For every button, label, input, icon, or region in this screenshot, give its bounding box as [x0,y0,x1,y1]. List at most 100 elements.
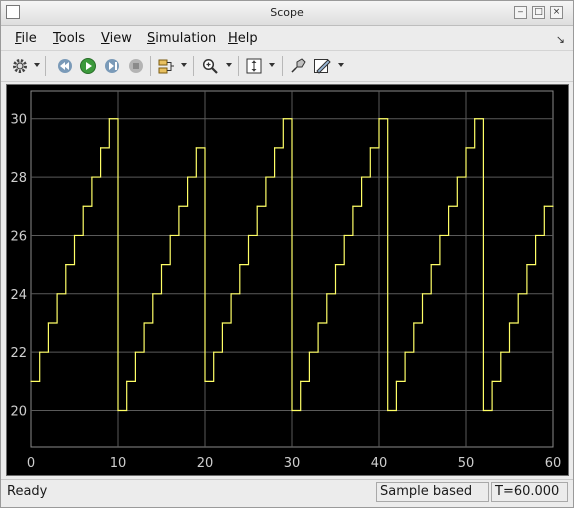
data-point [439,234,441,237]
menu-simulation[interactable]: Simulation [147,31,216,46]
y-tick-label: 24 [10,288,27,303]
y-tick-label: 26 [10,229,27,244]
data-point [482,409,484,412]
y-tick-label: 20 [10,405,27,420]
data-point [308,351,310,353]
menu-simulation-rest: imulation [155,31,217,46]
step-forward-icon[interactable] [101,54,123,78]
rewind-icon[interactable] [53,54,75,78]
stop-icon[interactable] [125,54,147,78]
data-point [134,351,136,353]
menu-help-mnemonic: H [228,31,238,46]
data-point [187,176,189,178]
data-point [169,234,171,237]
data-point [91,176,93,178]
settings-dropdown-icon[interactable] [34,63,40,67]
data-point [300,380,302,382]
data-point [282,118,284,120]
x-tick-label: 30 [284,456,301,471]
menu-tools[interactable]: Tools [53,31,85,46]
title-bar[interactable]: Scope ‒ □ × [1,1,573,26]
data-point [395,380,397,382]
data-point [448,205,450,207]
x-tick-label: 10 [110,456,127,471]
data-point [517,293,519,295]
window-title: Scope [270,6,304,19]
signal-select-icon[interactable] [155,54,177,78]
scope-plot[interactable]: 0 10 20 30 40 50 60 20 22 24 26 28 30 [6,84,569,476]
maximize-icon[interactable]: □ [532,6,545,19]
data-point [126,380,128,382]
data-point [334,264,337,266]
close-icon[interactable]: × [550,6,563,19]
data-point [404,351,406,353]
data-point [413,322,415,324]
data-point [491,380,493,382]
data-point [352,205,354,207]
minimize-icon[interactable]: ‒ [514,6,527,19]
x-tick-label: 20 [197,456,214,471]
data-point [108,118,110,120]
y-tick-label: 28 [10,171,27,186]
data-point [30,380,32,382]
data-point [213,351,215,353]
undock-icon[interactable]: ↘ [556,33,565,46]
data-point [343,234,345,237]
edit-icon[interactable] [311,54,333,78]
data-point [239,264,241,266]
scale-axes-icon[interactable] [243,54,265,78]
run-icon[interactable] [77,54,99,78]
data-point [230,293,232,295]
data-point [73,234,76,237]
menu-help[interactable]: Help [228,31,258,46]
zoom-dropdown-icon[interactable] [226,63,232,67]
status-bar: Ready Sample based T=60.000 [1,479,573,504]
data-point [204,380,206,382]
gear-icon[interactable] [9,54,31,78]
data-point [456,176,458,178]
data-point [326,293,328,295]
data-point [317,322,319,324]
toolbar-separator [238,56,239,76]
menu-view-mnemonic: V [101,31,110,46]
menu-bar: File Tools View Simulation Help ↘ [1,26,573,51]
data-point [369,147,371,149]
x-tick-label: 50 [458,456,475,471]
data-point [47,322,50,324]
menu-file[interactable]: File [15,31,37,46]
data-point [543,205,545,207]
data-point [195,147,197,149]
zoom-icon[interactable] [199,54,221,78]
data-point [100,147,102,149]
toolbar-separator [282,56,283,76]
highlight-icon[interactable] [287,54,309,78]
menu-tools-rest: ools [58,31,86,46]
scale-dropdown-icon[interactable] [269,63,275,67]
data-point [378,118,380,120]
data-point [256,205,258,207]
toolbar-separator [150,56,151,76]
y-tick-label: 30 [10,113,27,128]
edit-dropdown-icon[interactable] [338,63,344,67]
data-point [421,293,424,295]
data-point [291,409,293,412]
data-point [160,264,163,266]
menu-help-rest: elp [237,31,258,46]
data-point [117,409,119,412]
x-tick-label: 40 [371,456,388,471]
toolbar-separator [193,56,194,76]
status-ready: Ready [7,484,48,499]
data-point [274,147,276,149]
data-point [247,234,250,237]
toolbar-separator [45,56,46,76]
status-time: T=60.000 [491,482,568,502]
data-point [65,264,67,266]
data-point [152,293,154,295]
signal-dropdown-icon[interactable] [181,63,187,67]
x-tick-label: 0 [27,456,35,471]
data-point [430,264,432,266]
data-point [387,409,389,412]
menu-view[interactable]: View [101,31,132,46]
data-point [474,118,476,120]
data-point [82,205,84,207]
